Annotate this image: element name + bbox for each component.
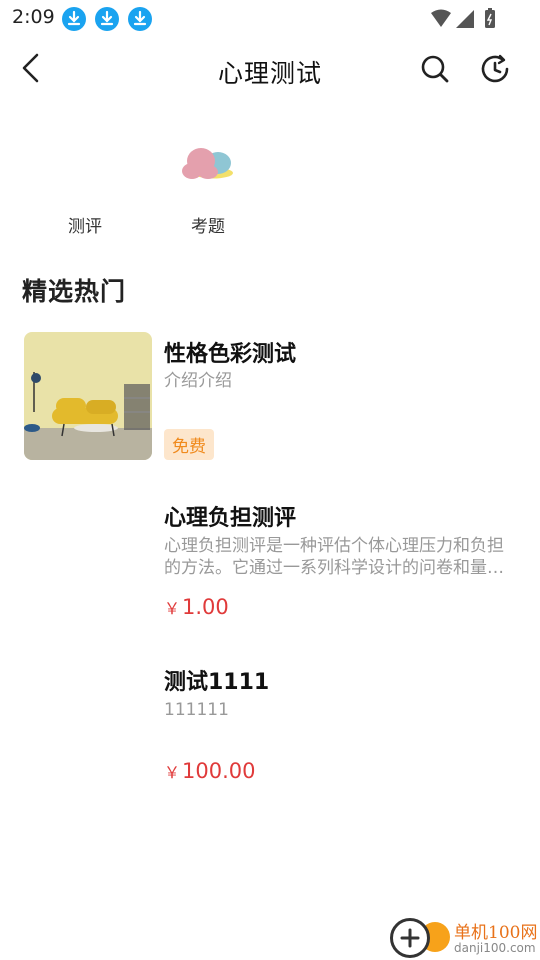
download-icon — [95, 7, 119, 31]
system-status-icons — [431, 8, 495, 28]
watermark-plus-icon — [390, 918, 430, 958]
page-title: 心理测试 — [217, 59, 322, 88]
wifi-icon — [431, 9, 451, 27]
nav-bar: 心理测试 — [0, 36, 540, 102]
list-item[interactable]: 心理负担测评 心理负担测评是一种评估个体心理压力和负担的方法。它通过一系列科学设… — [0, 497, 540, 627]
category-item-kaoti[interactable]: 考题 — [163, 136, 253, 246]
price-symbol: ￥ — [164, 763, 181, 782]
item-title: 性格色彩测试 — [164, 342, 297, 367]
item-title: 测试1111 — [164, 670, 270, 695]
price-symbol: ￥ — [164, 599, 181, 618]
item-description: 心理负担测评是一种评估个体心理压力和负担的方法。它通过一系列科学设计的问卷和量表… — [164, 536, 504, 578]
watermark: 单机100网 danji100.com — [390, 916, 540, 960]
item-title: 心理负担测评 — [164, 506, 297, 531]
item-thumbnail — [24, 332, 152, 460]
item-price: ￥1.00 — [164, 595, 229, 619]
list-item[interactable]: 测试1111 111111 ￥100.00 — [0, 661, 540, 791]
download-icon — [62, 7, 86, 31]
signal-icon — [456, 10, 474, 28]
cloud-illustration-icon — [182, 148, 233, 179]
item-description: 111111 — [164, 700, 229, 720]
search-icon[interactable] — [418, 52, 452, 86]
free-badge: 免费 — [164, 429, 214, 460]
category-item-ceping[interactable]: 测评 — [40, 136, 130, 246]
category-label: 测评 — [68, 217, 102, 237]
price-amount: 1.00 — [182, 595, 229, 619]
category-label: 考题 — [191, 217, 225, 237]
price-amount: 100.00 — [182, 759, 256, 783]
category-icon-placeholder — [40, 136, 130, 196]
history-icon[interactable] — [478, 52, 512, 86]
section-title: 精选热门 — [22, 277, 127, 306]
status-time: 2:09 — [12, 6, 55, 28]
watermark-url: danji100.com — [454, 941, 536, 955]
list-item[interactable]: 性格色彩测试 介绍介绍 免费 — [0, 332, 540, 462]
watermark-name: 单机100网 — [454, 923, 538, 943]
download-icon — [128, 7, 152, 31]
item-description: 介绍介绍 — [164, 371, 232, 391]
item-price: ￥100.00 — [164, 759, 256, 783]
battery-icon — [485, 10, 495, 28]
status-bar: 2:09 — [0, 0, 540, 36]
